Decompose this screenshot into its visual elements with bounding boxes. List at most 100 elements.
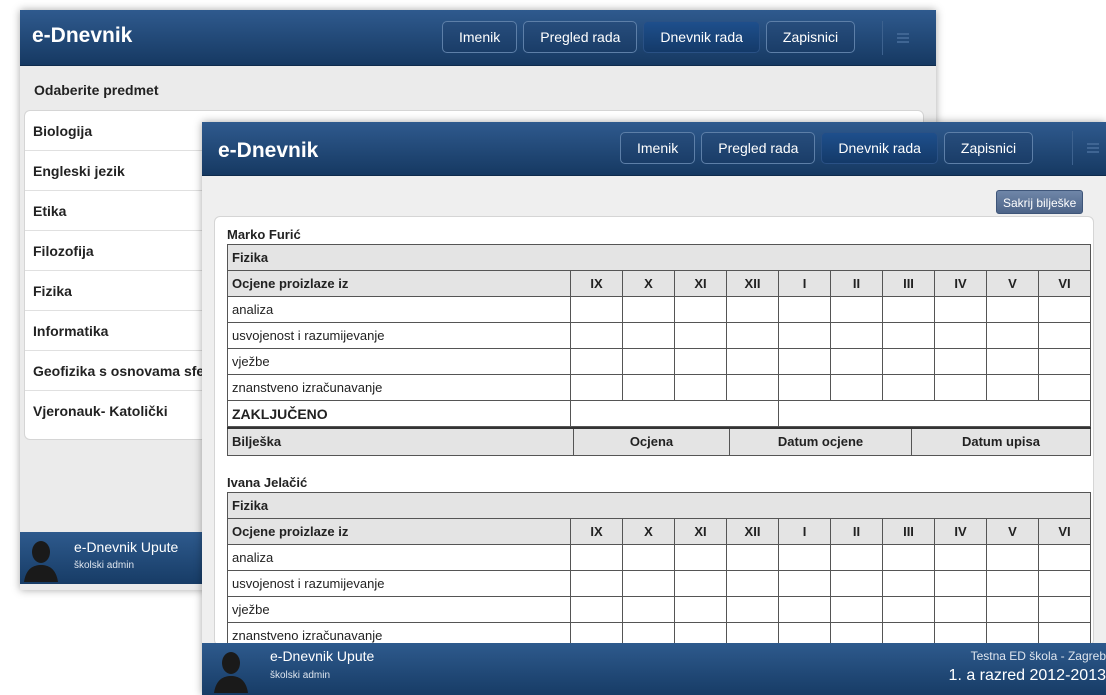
grade-cell[interactable]: [622, 296, 675, 323]
menu-icon[interactable]: [882, 21, 918, 55]
grade-cell[interactable]: [778, 348, 831, 375]
grade-cell[interactable]: [778, 570, 831, 597]
hide-notes-button[interactable]: Sakrij bilješke: [996, 190, 1084, 214]
top-bar: e-Dnevnik Imenik Pregled rada Dnevnik ra…: [20, 10, 936, 66]
grade-cell[interactable]: [570, 596, 623, 623]
app-logo[interactable]: e-Dnevnik: [32, 24, 132, 48]
grade-cell[interactable]: [570, 544, 623, 571]
grade-cell[interactable]: [622, 544, 675, 571]
grade-cell[interactable]: [830, 596, 883, 623]
table-row: analiza: [227, 296, 1091, 323]
grade-cell[interactable]: [934, 596, 987, 623]
grade-cell[interactable]: [726, 596, 779, 623]
grade-cell[interactable]: [882, 374, 935, 401]
grade-cell[interactable]: [778, 374, 831, 401]
grade-cell[interactable]: [1038, 596, 1091, 623]
grade-cell[interactable]: [830, 322, 883, 349]
grade-cell[interactable]: [934, 296, 987, 323]
month-header: IV: [934, 270, 987, 297]
grade-cell[interactable]: [934, 374, 987, 401]
grade-cell[interactable]: [726, 544, 779, 571]
grade-cell[interactable]: [830, 296, 883, 323]
help-link[interactable]: e-Dnevnik Upute: [74, 539, 178, 555]
grade-cell[interactable]: [830, 544, 883, 571]
grade-cell[interactable]: [570, 322, 623, 349]
grade-cell[interactable]: [1038, 570, 1091, 597]
grade-cell[interactable]: [726, 322, 779, 349]
month-header: VI: [1038, 270, 1091, 297]
grade-cell[interactable]: [726, 570, 779, 597]
grade-cell[interactable]: [986, 570, 1039, 597]
grade-cell[interactable]: [986, 296, 1039, 323]
month-header: III: [882, 518, 935, 545]
grade-cell[interactable]: [570, 296, 623, 323]
nav-pregled-rada[interactable]: Pregled rada: [523, 21, 638, 53]
final-grade-cell[interactable]: [778, 400, 1091, 427]
grade-cell[interactable]: [882, 570, 935, 597]
grade-cell[interactable]: [674, 596, 727, 623]
grade-cell[interactable]: [570, 348, 623, 375]
nav-zapisnici[interactable]: Zapisnici: [765, 21, 856, 53]
grade-cell[interactable]: [986, 596, 1039, 623]
main-nav: Imenik Pregled rada Dnevnik rada Zapisni…: [620, 132, 1034, 164]
grade-cell[interactable]: [934, 348, 987, 375]
nav-imenik[interactable]: Imenik: [620, 132, 696, 164]
final-grade-cell[interactable]: [570, 400, 779, 427]
grade-cell[interactable]: [570, 374, 623, 401]
grade-cell[interactable]: [830, 348, 883, 375]
table-row: usvojenost i razumijevanje: [227, 322, 1091, 349]
grade-cell[interactable]: [622, 596, 675, 623]
student-name: Marko Furić: [227, 227, 301, 242]
grade-cell[interactable]: [882, 296, 935, 323]
grade-cell[interactable]: [830, 570, 883, 597]
grade-cell[interactable]: [674, 322, 727, 349]
grade-cell[interactable]: [622, 570, 675, 597]
grade-cell[interactable]: [674, 296, 727, 323]
table-row: usvojenost i razumijevanje: [227, 570, 1091, 597]
grade-cell[interactable]: [778, 296, 831, 323]
grade-cell[interactable]: [778, 596, 831, 623]
grade-cell[interactable]: [1038, 348, 1091, 375]
help-link[interactable]: e-Dnevnik Upute: [270, 648, 374, 664]
nav-dnevnik-rada[interactable]: Dnevnik rada: [643, 21, 760, 53]
grade-cell[interactable]: [1038, 296, 1091, 323]
nav-zapisnici[interactable]: Zapisnici: [943, 132, 1034, 164]
app-logo[interactable]: e-Dnevnik: [218, 139, 318, 163]
grade-cell[interactable]: [622, 374, 675, 401]
grade-cell[interactable]: [622, 348, 675, 375]
grade-cell[interactable]: [830, 374, 883, 401]
notes-header-grade-date: Datum ocjene: [729, 427, 912, 456]
grade-cell[interactable]: [882, 544, 935, 571]
grade-cell[interactable]: [934, 570, 987, 597]
grade-cell[interactable]: [622, 322, 675, 349]
grade-cell[interactable]: [778, 322, 831, 349]
grade-cell[interactable]: [674, 348, 727, 375]
grade-cell[interactable]: [726, 296, 779, 323]
grade-cell[interactable]: [726, 374, 779, 401]
grade-cell[interactable]: [1038, 544, 1091, 571]
grade-cell[interactable]: [674, 544, 727, 571]
nav-dnevnik-rada[interactable]: Dnevnik rada: [821, 132, 938, 164]
nav-pregled-rada[interactable]: Pregled rada: [701, 132, 816, 164]
grade-cell[interactable]: [882, 348, 935, 375]
student-name: Ivana Jelačić: [227, 475, 308, 490]
grade-cell[interactable]: [934, 322, 987, 349]
grade-cell[interactable]: [778, 544, 831, 571]
grade-cell[interactable]: [986, 322, 1039, 349]
nav-imenik[interactable]: Imenik: [442, 21, 518, 53]
grade-cell[interactable]: [986, 348, 1039, 375]
month-header: IX: [570, 518, 623, 545]
grade-cell[interactable]: [1038, 374, 1091, 401]
menu-icon[interactable]: [1072, 131, 1106, 165]
grade-cell[interactable]: [570, 570, 623, 597]
user-role: školski admin: [74, 560, 135, 571]
grade-cell[interactable]: [882, 596, 935, 623]
grade-cell[interactable]: [986, 374, 1039, 401]
grade-cell[interactable]: [882, 322, 935, 349]
grade-cell[interactable]: [986, 544, 1039, 571]
grade-cell[interactable]: [674, 570, 727, 597]
grade-cell[interactable]: [934, 544, 987, 571]
grade-cell[interactable]: [726, 348, 779, 375]
grade-cell[interactable]: [1038, 322, 1091, 349]
grade-cell[interactable]: [674, 374, 727, 401]
